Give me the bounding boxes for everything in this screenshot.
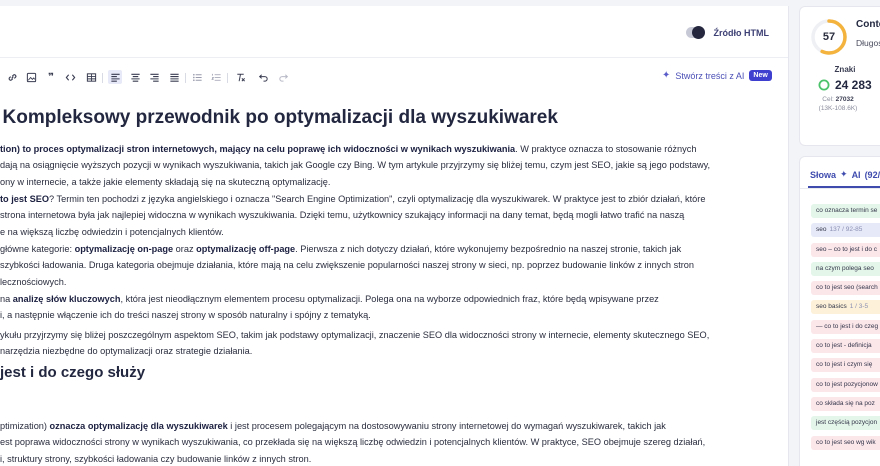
article-title: / Kompleksowy przewodnik po optymalizacj… — [0, 107, 558, 128]
keyword-text: jest częścią pozycjon — [816, 419, 878, 427]
sparkle-icon: ✦ — [840, 169, 848, 179]
characters-label: Znaki — [834, 65, 856, 74]
target-characters: Cel: 27032 — [822, 96, 854, 103]
characters-count: 24 283 — [835, 78, 872, 92]
keyword-text: co to jest - definicja — [816, 342, 872, 350]
table-icon[interactable] — [84, 70, 98, 84]
keyword-text: — co to jest i do czeg — [816, 322, 879, 330]
toolbar-separator — [185, 73, 186, 83]
keyword-text: co to jest seo wg wik — [816, 438, 876, 446]
keywords-panel: Słowa ✦ AI (92/2 co oznacza termin se seo… — [799, 156, 880, 466]
keyword-text: co to jest i czym się — [816, 361, 873, 369]
code-icon[interactable] — [63, 70, 77, 84]
paragraph-keywords: na analizę słów kluczowych, która jest n… — [0, 294, 659, 321]
align-center-icon[interactable] — [128, 70, 142, 84]
content-score-panel: 57 Conte Długoś Znaki 24 283 Cel: 27032 … — [799, 6, 880, 146]
keyword-text: co to jest pozycjonow — [816, 380, 878, 388]
paragraph-categories: główne kategorie: optymalizację on-page … — [0, 244, 695, 287]
divider — [800, 188, 880, 189]
editor-header: Źródło HTML — [0, 6, 788, 58]
align-right-icon[interactable] — [147, 70, 161, 84]
keyword-item[interactable]: seo 137 / 92-85 — [811, 223, 880, 238]
paragraph-definition: ptimization) oznacza optymalizację dla w… — [0, 421, 706, 464]
keyword-item[interactable]: co to jest - definicja — [811, 339, 880, 354]
link-icon[interactable] — [5, 70, 19, 84]
characters-row: 24 283 — [818, 78, 872, 92]
keyword-item[interactable]: co oznacza termin se — [811, 204, 880, 218]
formatting-toolbar: ❞ ✦ Stwórz treści z AI New — [0, 67, 788, 91]
ai-create-label: Stwórz treści z AI — [675, 70, 745, 81]
keyword-item[interactable]: jest częścią pozycjon — [811, 416, 880, 431]
bullet-list-icon[interactable] — [190, 70, 204, 84]
keyword-text: seo — [816, 226, 827, 234]
keyword-item[interactable]: seo basics 1 / 3-5 — [811, 300, 880, 315]
keyword-item[interactable]: co to jest pozycjonow — [811, 377, 880, 392]
toolbar-separator — [102, 73, 103, 83]
toggle-switch[interactable] — [685, 26, 705, 39]
keyword-item[interactable]: co to jest seo wg wik — [811, 435, 880, 450]
keyword-item[interactable]: — co to jest i do czeg — [811, 319, 880, 334]
keyword-count: 1 / 3-5 — [849, 303, 869, 311]
new-badge: New — [749, 70, 772, 81]
redo-icon[interactable] — [276, 70, 290, 84]
keyword-item[interactable]: co to jest i czym się — [811, 358, 880, 373]
undo-icon[interactable] — [256, 70, 270, 84]
toggle-knob — [691, 26, 705, 39]
numbered-list-icon[interactable] — [209, 70, 223, 84]
align-left-icon[interactable] — [108, 70, 122, 84]
keywords-tab[interactable]: Słowa ✦ AI (92/2 — [810, 169, 880, 180]
section-heading: jest i do czego służy — [0, 364, 146, 381]
toolbar-separator — [227, 73, 228, 83]
target-range: (13K-108.6K) — [818, 105, 858, 112]
source-html-toggle[interactable]: Źródło HTML — [685, 26, 770, 39]
length-label: Długoś — [856, 38, 880, 48]
content-score-title: Conte — [856, 19, 880, 30]
sparkle-icon: ✦ — [662, 70, 671, 81]
keyword-text: seo basics — [816, 303, 847, 311]
image-icon[interactable] — [24, 70, 38, 84]
keyword-text: na czym polega seo — [816, 264, 874, 272]
align-justify-icon[interactable] — [167, 70, 181, 84]
paragraph-summary: ykułu przyjrzymy się bliżej poszczególny… — [0, 330, 710, 357]
quote-icon[interactable]: ❞ — [44, 70, 58, 84]
keyword-item[interactable]: co to jest seo (search — [811, 281, 880, 296]
paragraph-intro: tion) to proces optymalizacji stron inte… — [0, 144, 711, 187]
keyword-text: co składa się na poz — [816, 399, 875, 407]
keyword-text: co oznacza termin se — [816, 207, 878, 214]
keyword-text: co to jest seo (search — [816, 284, 878, 292]
keyword-item[interactable]: seo – co to jest i do c — [811, 242, 880, 257]
content-score-value: 57 — [822, 31, 836, 43]
paragraph-what-is-seo: to jest SEO? Termin ten pochodzi z język… — [0, 194, 706, 237]
keyword-item[interactable]: na czym polega seo — [811, 261, 880, 276]
source-html-label: Źródło HTML — [713, 27, 770, 38]
keyword-count: 137 / 92-85 — [829, 226, 863, 234]
progress-ring-icon — [818, 79, 830, 91]
keyword-list: co oznacza termin se seo 137 / 92-85 seo – … — [811, 204, 880, 455]
keyword-item[interactable]: co składa się na poz — [811, 396, 880, 411]
ai-create-content-button[interactable]: ✦ Stwórz treści z AI New — [662, 70, 772, 81]
clear-format-icon[interactable] — [233, 70, 247, 84]
keyword-text: seo – co to jest i do c — [816, 245, 878, 253]
editor-panel: Źródło HTML ❞ ✦ Stwórz treści z AI New /… — [0, 6, 789, 466]
